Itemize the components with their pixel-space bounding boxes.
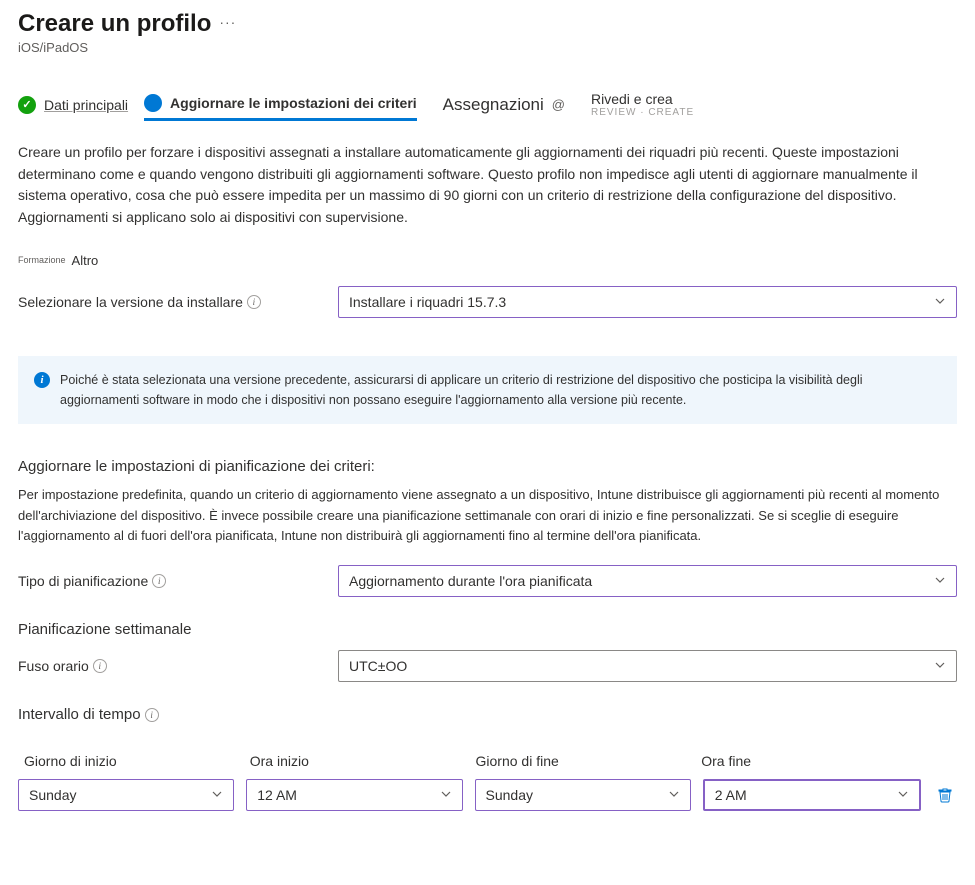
chevron-down-icon — [668, 787, 680, 803]
version-label: Selezionare la versione da installare — [18, 294, 243, 310]
chevron-down-icon — [934, 294, 946, 310]
weekly-schedule-label: Pianificazione settimanale — [18, 621, 957, 638]
tab-update-settings[interactable]: Aggiornare le impostazioni dei criteri — [144, 94, 417, 121]
tab-review[interactable]: Rivedi e crea REVIEW · CREATE — [591, 91, 694, 118]
end-time-value: 2 AM — [715, 787, 747, 803]
version-select-value: Installare i riquadri 15.7.3 — [349, 294, 506, 310]
time-window-label: Intervallo di tempo — [18, 706, 141, 723]
time-window-row: Sunday 12 AM Sunday 2 AM — [18, 779, 957, 811]
delete-row-button[interactable] — [933, 783, 957, 807]
timezone-value: UTC±OO — [349, 658, 407, 674]
info-banner-text: Poiché è stata selezionata una versione … — [60, 370, 941, 410]
schedule-type-select[interactable]: Aggiornamento durante l'ora pianificata — [338, 565, 957, 597]
end-day-value: Sunday — [486, 787, 533, 803]
formazione-value: Altro — [72, 253, 99, 268]
page-subtitle: iOS/iPadOS — [18, 40, 211, 55]
col-start-time: Ora inizio — [250, 753, 464, 769]
start-time-value: 12 AM — [257, 787, 297, 803]
current-step-icon — [144, 94, 162, 112]
check-circle-icon: ✓ — [18, 96, 36, 114]
chevron-down-icon — [440, 787, 452, 803]
start-day-value: Sunday — [29, 787, 76, 803]
tab-review-faded: REVIEW · CREATE — [591, 107, 694, 118]
timezone-label: Fuso orario — [18, 658, 89, 674]
info-icon[interactable]: i — [145, 708, 159, 722]
info-icon[interactable]: i — [152, 574, 166, 588]
chevron-down-icon — [934, 658, 946, 674]
tab-review-label: Rivedi e crea — [591, 91, 673, 107]
start-time-select[interactable]: 12 AM — [246, 779, 462, 811]
tab-assignments[interactable]: Assegnazioni @ — [443, 95, 565, 115]
info-circle-icon: i — [34, 372, 50, 388]
page-title: Creare un profilo — [18, 10, 211, 38]
timezone-select[interactable]: UTC±OO — [338, 650, 957, 682]
tab-assignments-label: Assegnazioni — [443, 95, 544, 115]
tab-basics-label: Dati principali — [44, 97, 128, 113]
col-end-day: Giorno di fine — [476, 753, 690, 769]
info-icon[interactable]: i — [247, 295, 261, 309]
col-end-time: Ora fine — [701, 753, 915, 769]
formazione-label: Formazione — [18, 255, 66, 265]
info-icon[interactable]: i — [93, 659, 107, 673]
version-select[interactable]: Installare i riquadri 15.7.3 — [338, 286, 957, 318]
schedule-section-title: Aggiornare le impostazioni di pianificaz… — [18, 458, 957, 475]
schedule-section-desc: Per impostazione predefinita, quando un … — [18, 485, 957, 547]
chevron-down-icon — [934, 573, 946, 589]
tab-assignments-step: @ — [552, 97, 565, 112]
schedule-type-label: Tipo di pianificazione — [18, 573, 148, 589]
tab-basics[interactable]: ✓ Dati principali — [18, 96, 128, 114]
start-day-select[interactable]: Sunday — [18, 779, 234, 811]
chevron-down-icon — [897, 787, 909, 803]
schedule-type-value: Aggiornamento durante l'ora pianificata — [349, 573, 592, 589]
time-window-grid: Giorno di inizio Ora inizio Giorno di fi… — [18, 753, 957, 811]
end-time-select[interactable]: 2 AM — [703, 779, 921, 811]
profile-description: Creare un profilo per forzare i disposit… — [18, 142, 957, 229]
info-banner: i Poiché è stata selezionata una version… — [18, 356, 957, 424]
tab-update-label: Aggiornare le impostazioni dei criteri — [170, 95, 417, 111]
more-menu-icon[interactable]: ··· — [219, 10, 236, 30]
end-day-select[interactable]: Sunday — [475, 779, 691, 811]
wizard-tabs: ✓ Dati principali Aggiornare le impostaz… — [18, 91, 957, 118]
col-start-day: Giorno di inizio — [24, 753, 238, 769]
chevron-down-icon — [211, 787, 223, 803]
